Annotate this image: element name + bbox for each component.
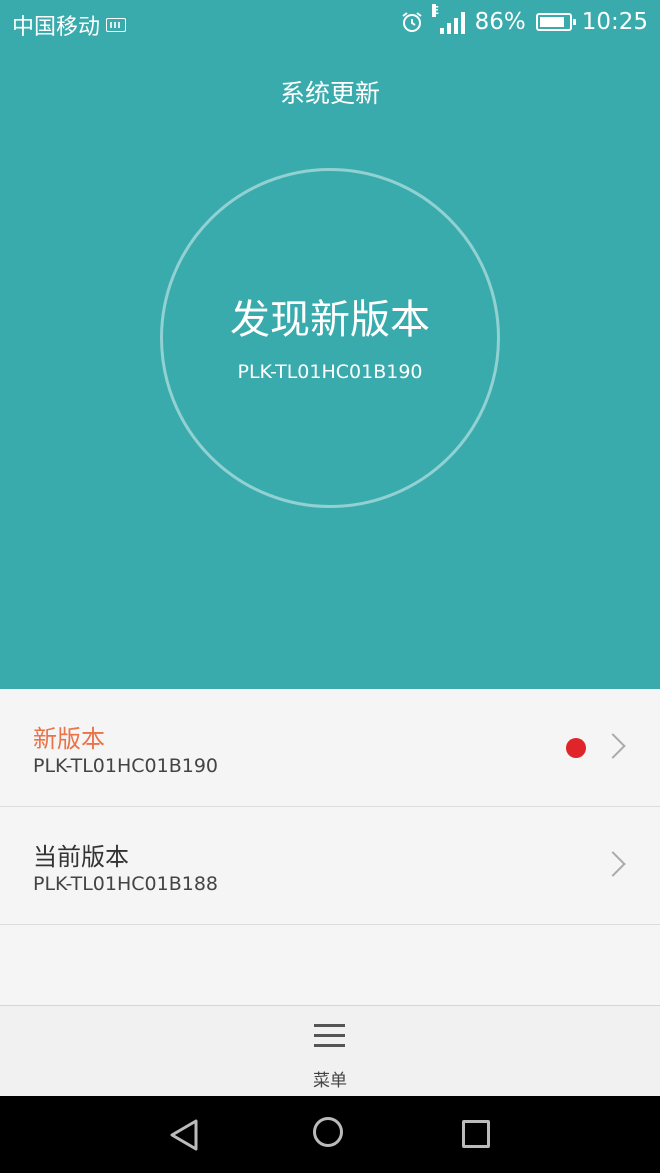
list-item-new-version[interactable]: 新版本 PLK-TL01HC01B190 [0,689,660,807]
network-type: E [431,4,440,17]
bottom-bar: 菜单 [0,1005,660,1096]
keyboard-icon [106,18,127,32]
hero-panel: 系统更新 发现新版本 PLK-TL01HC01B190 [0,48,660,689]
list-item-title: 当前版本 [33,843,129,871]
new-badge-dot [566,738,586,758]
list-item-subtitle: PLK-TL01HC01B188 [33,873,219,895]
list-item-subtitle: PLK-TL01HC01B190 [33,755,219,777]
carrier-name: 中国移动 [12,15,101,40]
list-item-current-version[interactable]: 当前版本 PLK-TL01HC01B188 [0,807,660,925]
alarm-icon [401,12,422,32]
list-item-title: 新版本 [33,725,105,753]
home-icon[interactable] [313,1117,343,1147]
recent-apps-icon[interactable] [462,1120,490,1148]
version-list: 新版本 PLK-TL01HC01B190 当前版本 PLK-TL01HC01B1… [0,689,660,1005]
status-bar: 中国移动 E 86% 10:25 [0,0,660,48]
clock: 10:25 [581,9,648,35]
signal-icon: E [431,4,465,34]
new-version-number: PLK-TL01HC01B190 [237,361,423,383]
menu-button[interactable]: 菜单 [280,1006,380,1096]
back-icon[interactable] [168,1118,200,1152]
status-right: E 86% 10:25 [400,4,648,35]
page-title: 系统更新 [279,79,380,108]
new-version-found-text: 发现新版本 [230,297,430,343]
battery-percent: 86% [474,9,526,35]
chevron-right-icon [600,851,626,877]
menu-icon [314,1024,345,1048]
chevron-right-icon [600,733,626,759]
battery-icon [535,13,576,31]
status-left: 中国移动 [12,9,127,41]
update-circle: 发现新版本 PLK-TL01HC01B190 [160,168,500,508]
menu-label: 菜单 [313,1071,347,1091]
navigation-bar [0,1096,660,1173]
